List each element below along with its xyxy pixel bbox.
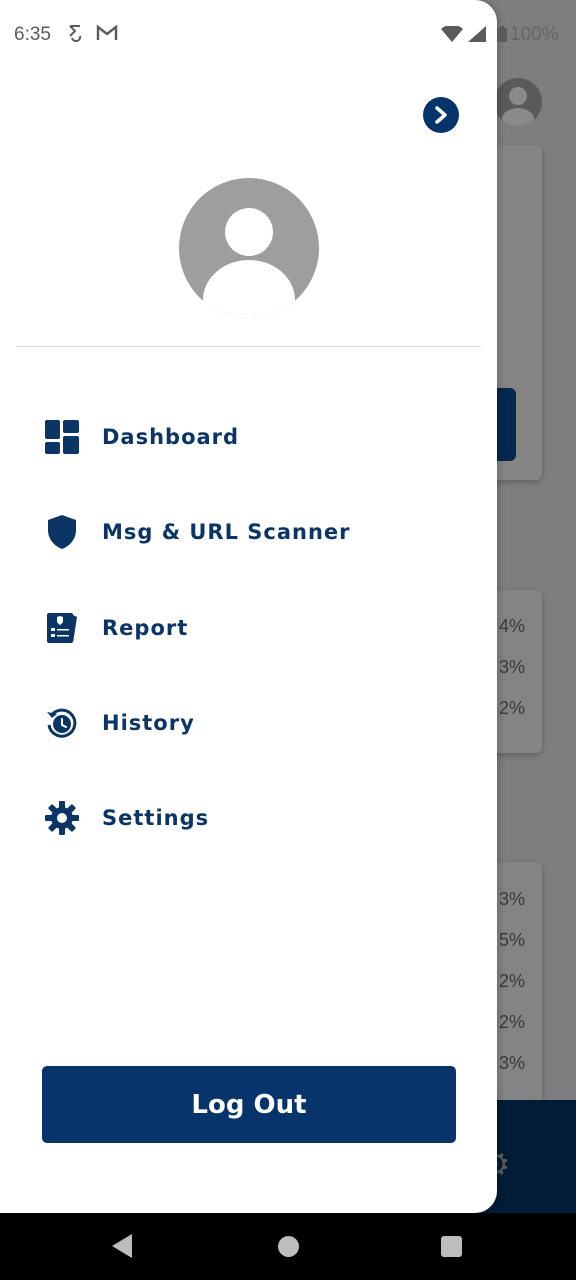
menu-item-scanner[interactable]: Msg & URL Scanner: [44, 507, 464, 557]
navigation-drawer: 6:35 100% Dashboard Msg & URL Scanner Re…: [0, 0, 559, 1213]
background-percent: 4%: [499, 616, 526, 636]
menu-item-label: Msg & URL Scanner: [102, 520, 351, 544]
menu-item-label: Report: [102, 616, 189, 640]
history-icon: [44, 705, 80, 741]
sim-icon: [68, 24, 82, 47]
gmail-icon: [96, 24, 118, 47]
dashboard-icon: [44, 419, 80, 455]
battery-icon: [497, 26, 507, 47]
background-percent: 2%: [499, 698, 526, 718]
status-bar: 6:35: [0, 0, 576, 70]
menu-item-label: Settings: [102, 806, 210, 830]
menu-item-settings[interactable]: Settings: [44, 793, 464, 843]
profile-avatar[interactable]: [179, 178, 319, 318]
background-percent: 5%: [499, 930, 526, 950]
battery-percent: 100%: [510, 24, 559, 45]
menu-item-history[interactable]: History: [44, 698, 464, 748]
divider: [17, 346, 481, 347]
background-avatar: [494, 78, 542, 126]
recent-apps-icon[interactable]: [441, 1236, 462, 1257]
background-percent: 3%: [499, 889, 526, 909]
gear-icon: [44, 800, 80, 836]
home-icon[interactable]: [278, 1236, 299, 1257]
collapse-drawer-button[interactable]: [423, 97, 459, 133]
system-navigation-bar: [0, 1213, 576, 1280]
background-percent: 3%: [499, 657, 526, 677]
avatar-body: [203, 260, 295, 318]
back-icon[interactable]: [112, 1234, 132, 1258]
logout-button[interactable]: Log Out: [42, 1066, 456, 1143]
signal-icon: [468, 26, 486, 47]
menu-item-report[interactable]: Report: [44, 603, 464, 653]
shield-icon: [44, 514, 80, 550]
background-percent: 3%: [499, 1053, 526, 1073]
menu-item-label: Dashboard: [102, 425, 240, 449]
report-icon: [44, 610, 80, 646]
avatar-head: [225, 208, 273, 256]
background-percent: 2%: [499, 1012, 526, 1032]
menu-item-label: History: [102, 711, 195, 735]
wifi-icon: [441, 24, 463, 47]
chevron-right-icon: [435, 106, 447, 124]
background-percent: 2%: [499, 971, 526, 991]
menu-item-dashboard[interactable]: Dashboard: [44, 412, 464, 462]
status-time: 6:35: [14, 24, 51, 45]
